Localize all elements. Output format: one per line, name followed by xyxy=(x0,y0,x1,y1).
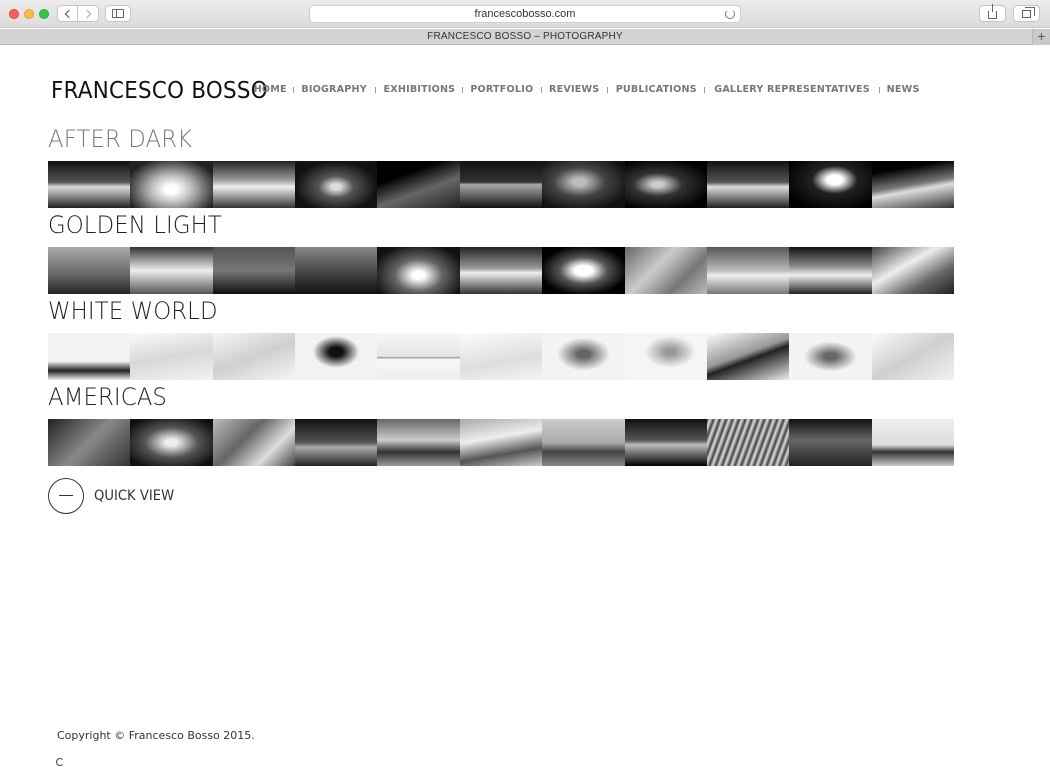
address-bar[interactable]: francescobosso.com xyxy=(309,5,741,23)
chevron-left-icon xyxy=(64,9,74,18)
gallery-thumbnail[interactable] xyxy=(459,333,543,380)
gallery-strip-americas xyxy=(48,419,954,466)
gallery-thumbnail[interactable] xyxy=(871,161,954,208)
show-tabs-button[interactable] xyxy=(1013,5,1040,22)
tab-title[interactable]: FRANCESCO BOSSO – PHOTOGRAPHY xyxy=(427,31,623,42)
gallery-strip-after-dark xyxy=(48,161,954,208)
nav-separator xyxy=(374,86,376,93)
main-nav: HOME BIOGRAPHY EXHIBITIONS PORTFOLIO REV… xyxy=(253,84,920,95)
sidebar-toggle-button[interactable] xyxy=(105,5,131,22)
nav-gallery-representatives[interactable]: GALLERY REPRESENTATIVES xyxy=(714,84,870,95)
gallery-thumbnail[interactable] xyxy=(212,161,296,208)
reload-icon[interactable] xyxy=(725,9,735,19)
gallery-strip-white-world xyxy=(48,333,954,380)
chevron-right-icon xyxy=(82,9,91,18)
nav-reviews[interactable]: REVIEWS xyxy=(549,84,599,95)
back-button[interactable] xyxy=(57,5,78,22)
nav-separator xyxy=(879,86,881,93)
window-minimize-button[interactable] xyxy=(24,9,34,19)
gallery-thumbnail[interactable] xyxy=(624,247,707,294)
browser-toolbar: francescobosso.com xyxy=(0,0,1050,28)
gallery-thumbnail[interactable] xyxy=(295,333,378,380)
site-logo[interactable]: FRANCESCO BOSSO xyxy=(51,78,268,104)
gallery-title-golden-light[interactable]: GOLDEN LIGHT xyxy=(48,211,222,239)
gallery-thumbnail[interactable] xyxy=(542,333,625,380)
tab-bar: FRANCESCO BOSSO – PHOTOGRAPHY + xyxy=(0,29,1050,45)
gallery-thumbnail[interactable] xyxy=(130,247,213,294)
gallery-title-americas[interactable]: AMERICAS xyxy=(48,383,167,411)
gallery-thumbnail[interactable] xyxy=(459,161,543,208)
gallery-thumbnail[interactable] xyxy=(871,333,954,380)
gallery-thumbnail[interactable] xyxy=(48,247,131,294)
nav-separator xyxy=(704,86,706,93)
gallery-thumbnail[interactable] xyxy=(48,161,131,208)
window-close-button[interactable] xyxy=(9,9,19,19)
gallery-thumbnail[interactable] xyxy=(542,247,625,294)
gallery-thumbnail[interactable] xyxy=(706,333,790,380)
nav-separator xyxy=(541,86,543,93)
gallery-thumbnail[interactable] xyxy=(377,419,460,466)
gallery-thumbnail[interactable] xyxy=(871,419,954,466)
gallery-thumbnail[interactable] xyxy=(212,247,296,294)
sidebar-icon xyxy=(112,9,124,18)
copyright-text: Copyright © Francesco Bosso 2015. xyxy=(57,729,255,742)
gallery-thumbnail[interactable] xyxy=(130,333,213,380)
nav-portfolio[interactable]: PORTFOLIO xyxy=(471,84,534,95)
gallery-thumbnail[interactable] xyxy=(48,333,131,380)
gallery-thumbnail[interactable] xyxy=(377,247,460,294)
gallery-thumbnail[interactable] xyxy=(542,419,625,466)
gallery-thumbnail[interactable] xyxy=(48,419,131,466)
quick-view-label: QUICK VIEW xyxy=(94,488,175,504)
share-button[interactable] xyxy=(979,4,1006,22)
gallery-thumbnail[interactable] xyxy=(871,247,954,294)
gallery-strip-golden-light xyxy=(48,247,954,294)
address-url: francescobosso.com xyxy=(474,8,576,20)
gallery-thumbnail[interactable] xyxy=(789,161,872,208)
share-icon xyxy=(988,4,997,19)
nav-news[interactable]: NEWS xyxy=(887,84,920,95)
gallery-thumbnail[interactable] xyxy=(624,333,707,380)
loading-spinner-icon xyxy=(56,758,64,766)
tabs-icon xyxy=(1022,6,1035,18)
gallery-thumbnail[interactable] xyxy=(459,247,543,294)
gallery-thumbnail[interactable] xyxy=(212,419,296,466)
gallery-thumbnail[interactable] xyxy=(212,333,296,380)
window-zoom-button[interactable] xyxy=(39,9,49,19)
gallery-thumbnail[interactable] xyxy=(377,333,460,380)
nav-publications[interactable]: PUBLICATIONS xyxy=(615,84,696,95)
forward-button[interactable] xyxy=(78,5,99,22)
gallery-thumbnail[interactable] xyxy=(789,419,872,466)
gallery-thumbnail[interactable] xyxy=(295,247,378,294)
gallery-thumbnail[interactable] xyxy=(377,161,460,208)
gallery-title-after-dark[interactable]: AFTER DARK xyxy=(48,125,192,153)
gallery-thumbnail[interactable] xyxy=(542,161,625,208)
gallery-thumbnail[interactable] xyxy=(130,161,213,208)
gallery-thumbnail[interactable] xyxy=(706,161,790,208)
gallery-title-white-world[interactable]: WHITE WORLD xyxy=(48,297,218,325)
new-tab-button[interactable]: + xyxy=(1032,29,1050,45)
gallery-thumbnail[interactable] xyxy=(295,419,378,466)
nav-separator xyxy=(462,86,464,93)
gallery-thumbnail[interactable] xyxy=(624,419,707,466)
gallery-thumbnail[interactable] xyxy=(789,247,872,294)
gallery-thumbnail[interactable] xyxy=(295,161,378,208)
nav-home[interactable]: HOME xyxy=(254,84,287,95)
nav-separator xyxy=(606,86,608,93)
quick-view-button[interactable]: QUICK VIEW xyxy=(48,478,179,514)
gallery-thumbnail[interactable] xyxy=(789,333,872,380)
nav-biography[interactable]: BIOGRAPHY xyxy=(302,84,368,95)
gallery-thumbnail[interactable] xyxy=(130,419,213,466)
nav-exhibitions[interactable]: EXHIBITIONS xyxy=(383,84,455,95)
minus-circle-icon xyxy=(48,478,84,514)
gallery-thumbnail[interactable] xyxy=(706,419,790,466)
gallery-thumbnail[interactable] xyxy=(706,247,790,294)
gallery-thumbnail[interactable] xyxy=(459,419,543,466)
gallery-thumbnail[interactable] xyxy=(624,161,707,208)
nav-separator xyxy=(293,86,295,93)
